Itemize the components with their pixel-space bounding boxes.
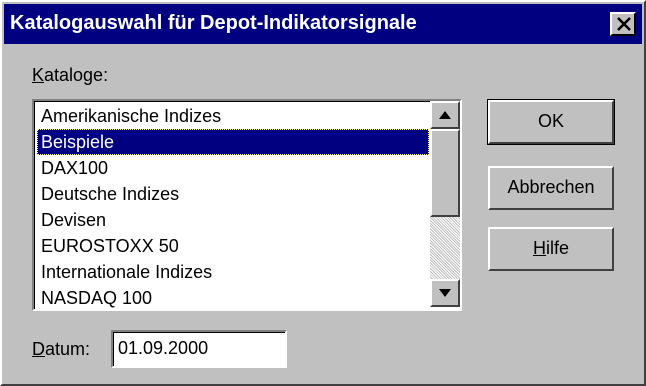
catalog-listbox[interactable]: Amerikanische Indizes Beispiele DAX100 Deut…	[32, 99, 462, 311]
scroll-up-button[interactable]	[430, 101, 460, 129]
list-item[interactable]: EUROSTOXX 50	[37, 233, 429, 259]
catalogs-label-text: ataloge:	[44, 65, 109, 85]
catalogs-label: Kataloge:	[32, 65, 108, 86]
list-item[interactable]: Internationale Indizes	[37, 259, 429, 285]
arrow-down-icon	[439, 289, 451, 297]
scroll-thumb[interactable]	[430, 129, 460, 217]
list-item[interactable]: Beispiele	[37, 129, 429, 155]
help-mnemonic: H	[532, 238, 546, 258]
date-label: Datum:	[32, 339, 90, 360]
list-item[interactable]: Amerikanische Indizes	[37, 103, 429, 129]
list-item[interactable]: Deutsche Indizes	[37, 181, 429, 207]
ok-button[interactable]: OK	[487, 99, 615, 145]
date-field[interactable]: 01.09.2000	[111, 330, 287, 368]
close-button[interactable]	[610, 12, 636, 36]
list-item[interactable]: DAX100	[37, 155, 429, 181]
catalog-list: Amerikanische Indizes Beispiele DAX100 Deut…	[37, 103, 429, 311]
help-label: ilfe	[545, 238, 569, 258]
date-label-text: atum:	[45, 339, 91, 359]
list-item[interactable]: Devisen	[37, 207, 429, 233]
cancel-button[interactable]: Abbrechen	[488, 166, 614, 210]
dialog-window: Katalogauswahl für Depot-Indikatorsignal…	[0, 0, 646, 386]
arrow-up-icon	[439, 111, 451, 119]
catalogs-label-mnemonic: K	[32, 65, 45, 85]
scroll-down-button[interactable]	[430, 279, 460, 307]
close-icon	[617, 17, 631, 31]
title-bar[interactable]: Katalogauswahl für Depot-Indikatorsignal…	[4, 4, 642, 44]
listbox-scrollbar[interactable]	[430, 101, 460, 307]
list-item[interactable]: NASDAQ 100	[37, 285, 429, 311]
dialog-title: Katalogauswahl für Depot-Indikatorsignal…	[10, 12, 417, 34]
date-label-mnemonic: D	[32, 339, 45, 359]
help-button[interactable]: Hilfe	[488, 227, 614, 271]
